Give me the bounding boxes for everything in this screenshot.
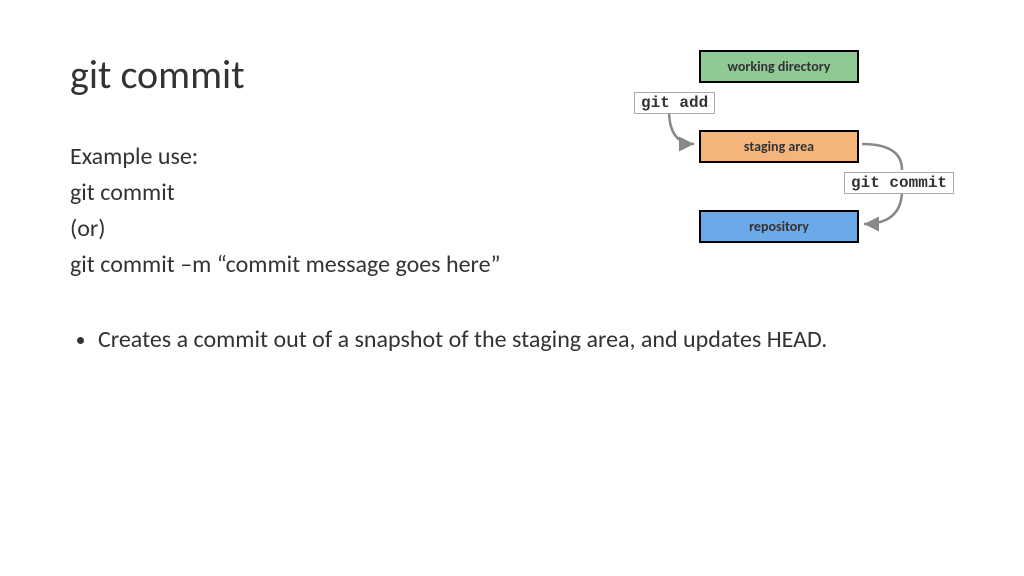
working-directory-box: working directory — [699, 50, 859, 83]
bullet-block: Creates a commit out of a snapshot of th… — [70, 323, 954, 357]
git-flow-diagram: working directory staging area repositor… — [634, 50, 954, 250]
bullet-item: Creates a commit out of a snapshot of th… — [98, 323, 954, 357]
repository-box: repository — [699, 210, 859, 243]
staging-area-box: staging area — [699, 130, 859, 163]
git-commit-label: git commit — [844, 172, 954, 194]
example-line-2: git commit –m “commit message goes here” — [70, 247, 954, 283]
git-add-label: git add — [634, 92, 715, 114]
